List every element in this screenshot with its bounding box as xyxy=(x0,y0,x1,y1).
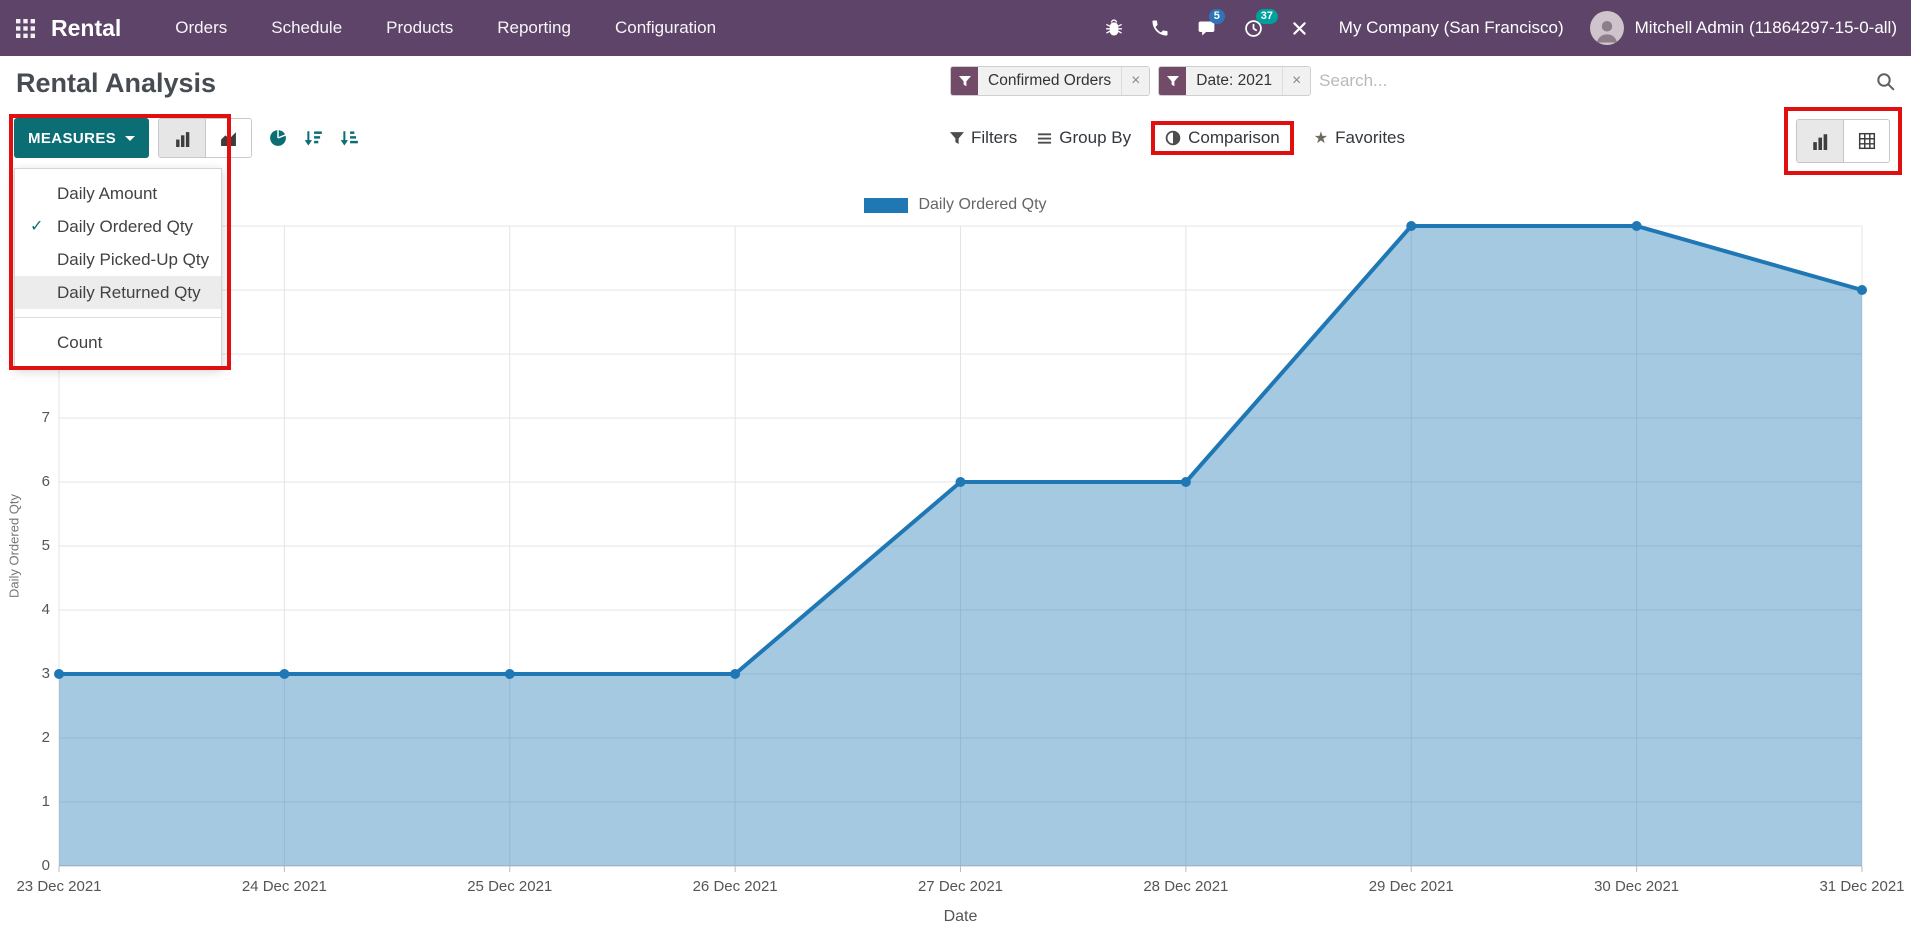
menu-item-schedule[interactable]: Schedule xyxy=(271,18,342,38)
chart-type-group xyxy=(158,118,252,158)
x-tick-7: 30 Dec 2021 xyxy=(1594,878,1679,895)
measures-dropdown: Daily Amount Daily Ordered Qty Daily Picke… xyxy=(14,168,222,368)
search-icon[interactable] xyxy=(1876,72,1895,91)
company-switcher[interactable]: My Company (San Francisco) xyxy=(1339,18,1564,38)
measure-option-2[interactable]: Daily Picked-Up Qty xyxy=(15,243,221,276)
funnel-icon xyxy=(951,67,978,95)
apps-grid-icon[interactable] xyxy=(16,19,35,38)
search-options: Filters Group By Comparison ★ Favorites xyxy=(950,118,1405,158)
y-tick-5: 5 xyxy=(6,537,50,554)
measure-option-3[interactable]: Daily Returned Qty xyxy=(15,276,221,309)
app-brand[interactable]: Rental xyxy=(51,15,121,42)
search-input[interactable] xyxy=(1319,71,1868,91)
annotation-box-comparison: Comparison xyxy=(1151,121,1294,155)
x-tick-0: 23 Dec 2021 xyxy=(16,878,101,895)
chart-type-bar-button[interactable] xyxy=(159,119,205,157)
search-bar: Confirmed Orders × Date: 2021 × xyxy=(950,64,1895,98)
facet-label: Date: 2021 xyxy=(1186,67,1282,95)
y-tick-7: 7 xyxy=(6,409,50,426)
measure-option-label: Daily Returned Qty xyxy=(57,283,201,302)
menu-item-products[interactable]: Products xyxy=(386,18,453,38)
bug-icon[interactable] xyxy=(1104,18,1124,38)
caret-down-icon xyxy=(125,136,135,141)
user-menu[interactable]: Mitchell Admin (11864297-15-0-all) xyxy=(1635,18,1897,38)
graph-view-button[interactable] xyxy=(1797,120,1843,162)
phone-icon[interactable] xyxy=(1150,18,1170,38)
measure-option-1[interactable]: Daily Ordered Qty xyxy=(15,210,221,243)
annotation-box-view-switcher xyxy=(1784,107,1902,175)
measure-option-0[interactable]: Daily Amount xyxy=(15,177,221,210)
funnel-icon xyxy=(1159,67,1186,95)
y-tick-4: 4 xyxy=(6,601,50,618)
legend-swatch xyxy=(864,198,908,213)
x-axis-title: Date xyxy=(59,908,1862,926)
measure-option-4[interactable]: Count xyxy=(15,326,221,359)
y-tick-3: 3 xyxy=(6,665,50,682)
messages-badge: 5 xyxy=(1209,9,1225,24)
navbar-right: 5 37 My Company (San Francisco) xyxy=(1078,11,1911,45)
x-tick-6: 29 Dec 2021 xyxy=(1369,878,1454,895)
facet-label: Confirmed Orders xyxy=(978,67,1121,95)
tools-icon[interactable] xyxy=(1290,19,1309,38)
measure-option-label: Daily Picked-Up Qty xyxy=(57,250,209,269)
measures-button[interactable]: MEASURES xyxy=(14,118,149,158)
y-tick-0: 0 xyxy=(6,857,50,874)
x-tick-1: 24 Dec 2021 xyxy=(242,878,327,895)
favorites-button[interactable]: ★ Favorites xyxy=(1314,128,1405,148)
adjust-icon xyxy=(1165,130,1181,146)
star-icon: ★ xyxy=(1314,128,1328,148)
menu-item-orders[interactable]: Orders xyxy=(175,18,227,38)
x-tick-4: 27 Dec 2021 xyxy=(918,878,1003,895)
x-tick-5: 28 Dec 2021 xyxy=(1143,878,1228,895)
measure-option-label: Daily Ordered Qty xyxy=(57,217,193,236)
groupby-label: Group By xyxy=(1059,128,1131,148)
x-tick-8: 31 Dec 2021 xyxy=(1819,878,1904,895)
top-navbar: Rental Orders Schedule Products Reportin… xyxy=(0,0,1911,56)
groupby-button[interactable]: Group By xyxy=(1037,128,1131,148)
measure-option-label: Daily Amount xyxy=(57,184,157,203)
search-facet-date-2021: Date: 2021 × xyxy=(1158,66,1311,96)
activities-clock-icon[interactable]: 37 xyxy=(1243,18,1264,39)
measure-option-label: Count xyxy=(57,333,102,352)
filters-label: Filters xyxy=(971,128,1017,148)
comparison-button[interactable]: Comparison xyxy=(1165,128,1280,148)
filters-button[interactable]: Filters xyxy=(950,128,1017,148)
graph-view-icon xyxy=(1811,132,1829,150)
plot-area[interactable] xyxy=(59,226,1862,866)
pivot-view-button[interactable] xyxy=(1843,120,1889,162)
funnel-icon xyxy=(950,132,964,145)
chart-type-line-button[interactable] xyxy=(205,119,251,157)
dropdown-divider xyxy=(15,317,221,318)
main-menu: Orders Schedule Products Reporting Confi… xyxy=(175,18,716,38)
activities-badge: 37 xyxy=(1256,9,1278,24)
view-switcher xyxy=(1796,119,1890,163)
x-tick-2: 25 Dec 2021 xyxy=(467,878,552,895)
y-tick-2: 2 xyxy=(6,729,50,746)
rental-analysis-page: Rental Orders Schedule Products Reportin… xyxy=(0,0,1911,931)
menu-item-configuration[interactable]: Configuration xyxy=(615,18,716,38)
measures-button-label: MEASURES xyxy=(28,130,116,147)
sort-ascending-button[interactable] xyxy=(340,130,359,147)
user-avatar[interactable] xyxy=(1590,11,1624,45)
y-tick-1: 1 xyxy=(6,793,50,810)
sort-descending-button[interactable] xyxy=(304,130,323,147)
facet-remove-button[interactable]: × xyxy=(1121,67,1149,95)
search-facet-confirmed-orders: Confirmed Orders × xyxy=(950,66,1150,96)
legend-label: Daily Ordered Qty xyxy=(918,196,1046,214)
y-tick-6: 6 xyxy=(6,473,50,490)
bars-icon xyxy=(1037,131,1052,146)
messages-icon[interactable]: 5 xyxy=(1196,18,1217,39)
page-title: Rental Analysis xyxy=(16,68,216,99)
x-tick-3: 26 Dec 2021 xyxy=(693,878,778,895)
menu-item-reporting[interactable]: Reporting xyxy=(497,18,571,38)
favorites-label: Favorites xyxy=(1335,128,1405,148)
graph-toolbar: MEASURES xyxy=(14,118,359,158)
facet-remove-button[interactable]: × xyxy=(1282,67,1310,95)
chart-legend[interactable]: Daily Ordered Qty xyxy=(0,196,1911,214)
chart-type-pie-button[interactable] xyxy=(269,129,287,147)
pivot-view-icon xyxy=(1858,132,1876,150)
comparison-label: Comparison xyxy=(1188,128,1280,148)
